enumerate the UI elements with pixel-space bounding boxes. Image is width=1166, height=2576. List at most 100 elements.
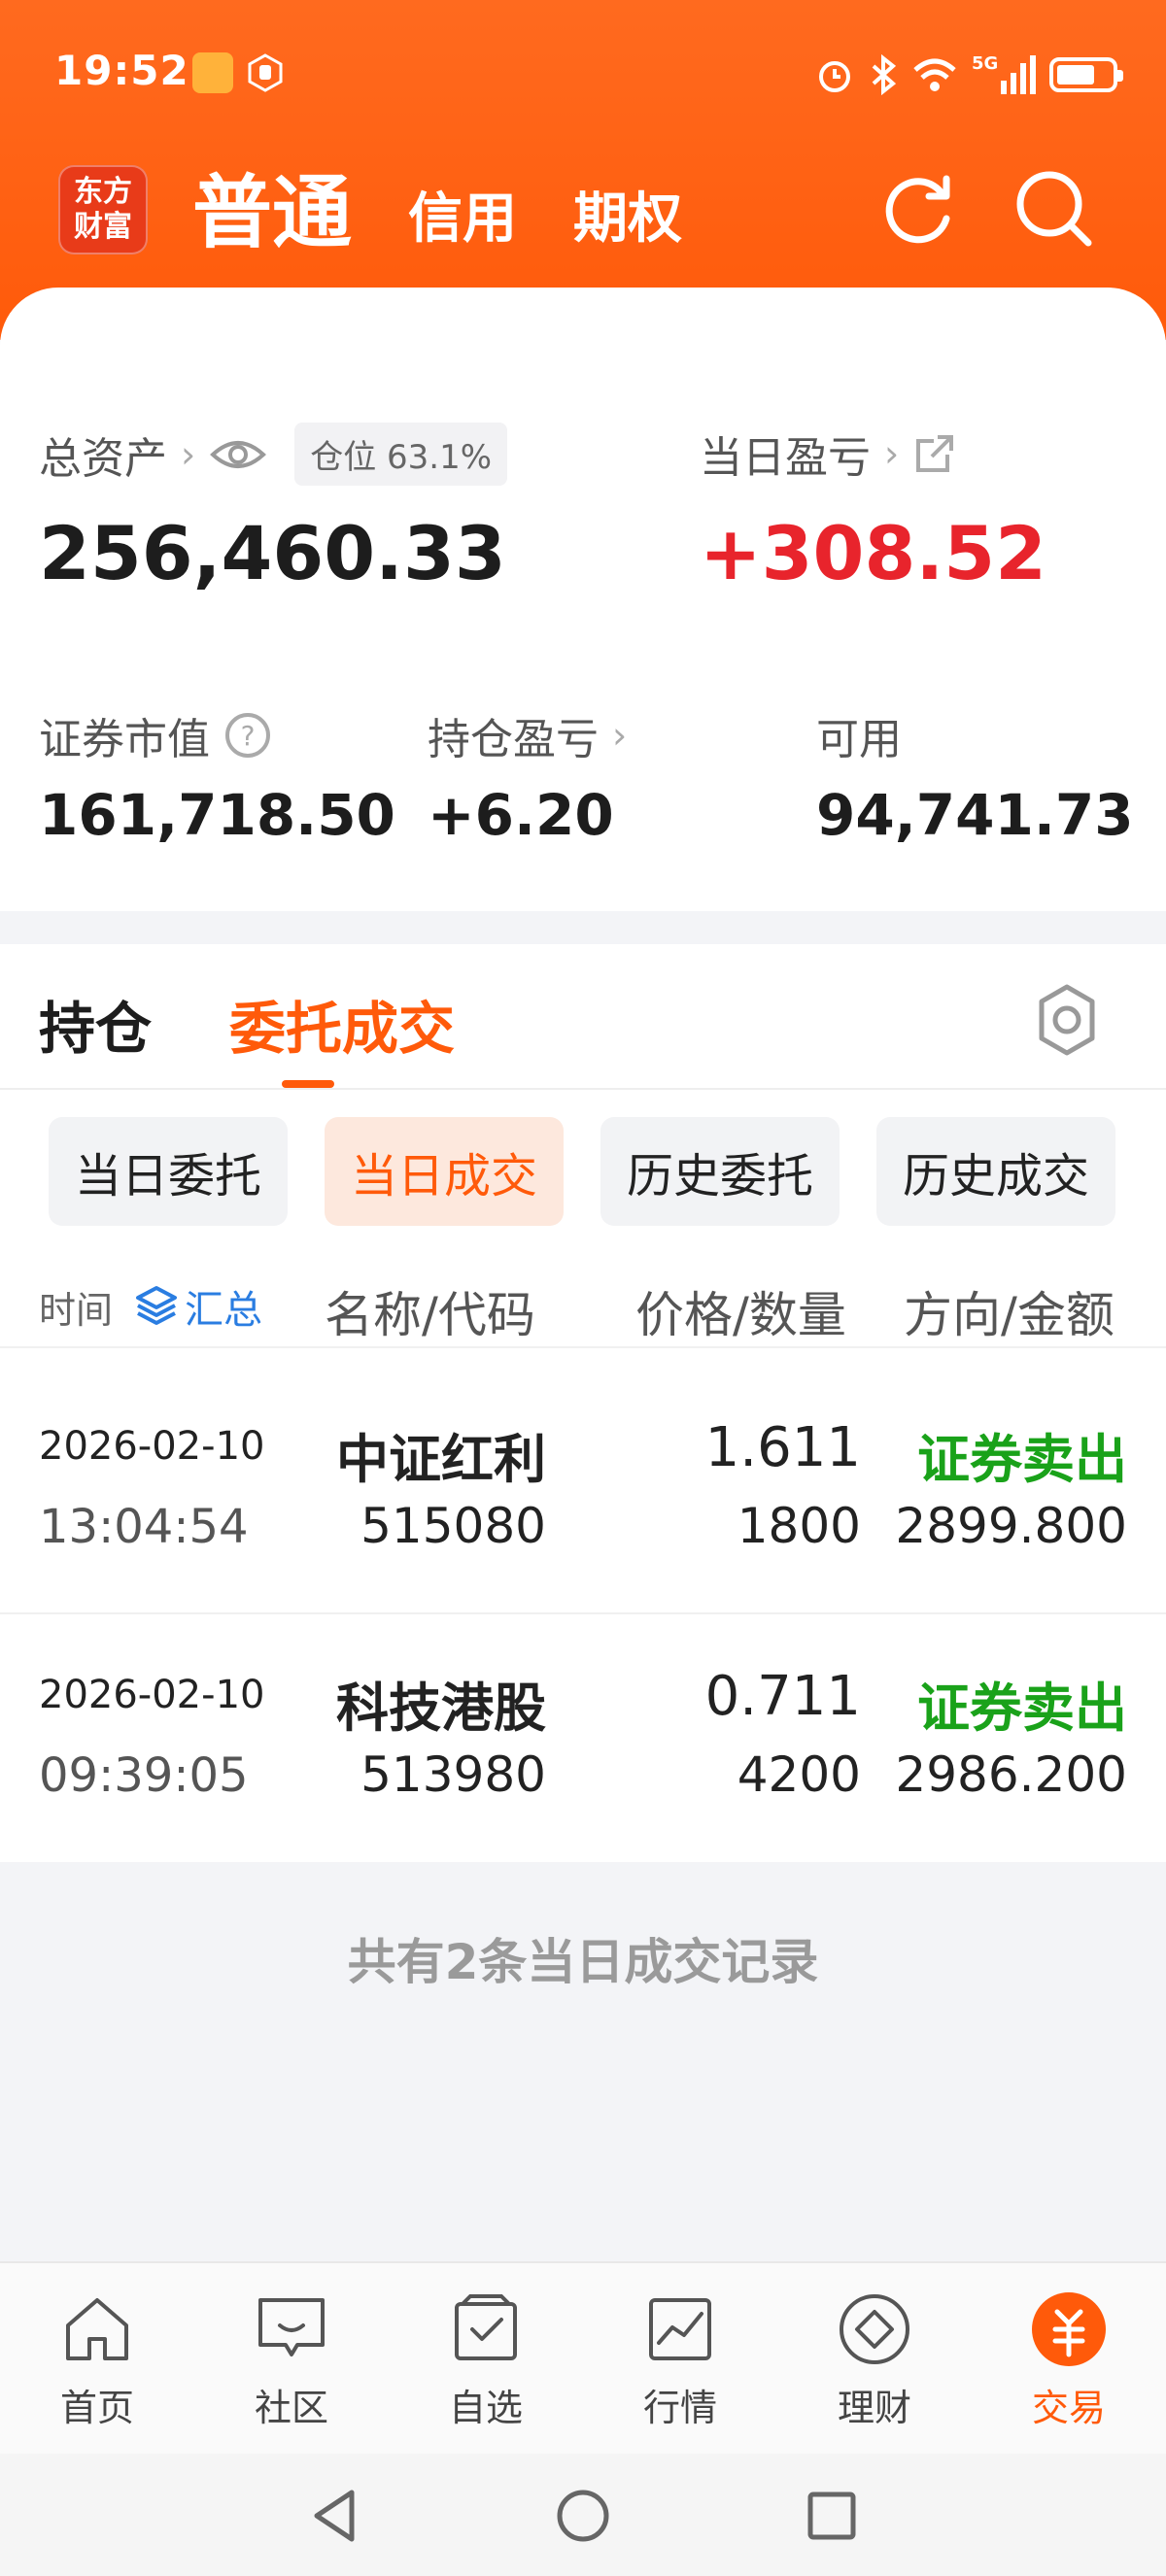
available-label-row: 可用 xyxy=(816,704,902,766)
header-dir-amount: 方向/金额 xyxy=(904,1287,1115,1343)
nav-trade-label: 交易 xyxy=(1031,2387,1106,2429)
market-value-label-row: 证券市值 ? xyxy=(39,704,272,766)
nav-wealth[interactable]: 理财 xyxy=(797,2290,952,2431)
holding-pl-label-row[interactable]: 持仓盈亏 › xyxy=(428,704,627,766)
app-notification-icon xyxy=(192,52,233,93)
security-code: 515080 xyxy=(360,1498,546,1554)
table-row[interactable]: 2026-02-10 09:39:05 科技港股 513980 0.711 42… xyxy=(0,1614,1166,1863)
total-assets-label-row[interactable]: 总资产 › 仓位 63.1% xyxy=(39,423,508,486)
total-assets-value: 256,460.33 xyxy=(39,510,506,596)
chevron-right-icon: › xyxy=(181,432,196,476)
summary-button[interactable]: 汇总 xyxy=(134,1278,262,1335)
recents-icon[interactable] xyxy=(803,2487,861,2545)
eye-icon[interactable] xyxy=(209,435,267,474)
trade-quantity: 1800 xyxy=(737,1498,861,1554)
nav-watchlist[interactable]: 自选 xyxy=(408,2290,564,2431)
available-label: 可用 xyxy=(816,715,902,764)
subtab-today-trades[interactable]: 当日成交 xyxy=(325,1117,564,1226)
nav-watchlist-label: 自选 xyxy=(448,2387,523,2429)
market-icon xyxy=(649,2298,711,2360)
tab-credit[interactable]: 信用 xyxy=(408,181,517,258)
market-value-label: 证券市值 xyxy=(39,715,210,764)
tab-orders-trades[interactable]: 委托成交 xyxy=(229,983,455,1070)
status-bar: 19:52 5G xyxy=(0,39,1166,107)
total-assets-label: 总资产 xyxy=(39,433,167,484)
active-tab-indicator xyxy=(282,1080,334,1088)
daily-pl-label-row[interactable]: 当日盈亏 › xyxy=(700,423,957,485)
available-value: 94,741.73 xyxy=(816,782,1134,848)
orders-section: 持仓 委托成交 当日委托 当日成交 历史委托 历史成交 时间 汇总 名称/代码 … xyxy=(0,944,1166,1862)
position-badge: 仓位 63.1% xyxy=(294,423,508,486)
back-icon[interactable] xyxy=(307,2487,365,2545)
app-header: 19:52 5G 东方 财富 普通 信用 期权 xyxy=(0,0,1166,365)
trade-date: 2026-02-10 xyxy=(39,1424,265,1469)
position-value: 63.1% xyxy=(387,438,493,477)
security-name: 科技港股 xyxy=(336,1678,546,1739)
wealth-icon xyxy=(840,2294,909,2364)
nav-market[interactable]: 行情 xyxy=(602,2290,758,2431)
share-icon[interactable] xyxy=(912,431,957,476)
tab-holdings[interactable]: 持仓 xyxy=(39,983,152,1070)
sub-tabs: 当日委托 当日成交 历史委托 历史成交 xyxy=(49,1117,1115,1226)
battery-icon xyxy=(1049,57,1123,92)
header-time: 时间 xyxy=(39,1288,114,1332)
nav-community-label: 社区 xyxy=(254,2387,328,2429)
nav-wealth-label: 理财 xyxy=(837,2387,911,2429)
subtab-today-orders[interactable]: 当日委托 xyxy=(49,1117,288,1226)
nav-community[interactable]: 社区 xyxy=(214,2290,369,2431)
table-row[interactable]: 2026-02-10 13:04:54 中证红利 515080 1.611 18… xyxy=(0,1366,1166,1614)
security-code: 513980 xyxy=(360,1746,546,1803)
trade-amount: 2986.200 xyxy=(895,1746,1127,1803)
gear-icon[interactable] xyxy=(1030,983,1104,1057)
trade-direction: 证券卖出 xyxy=(917,1678,1127,1739)
network-type-label: 5G xyxy=(972,53,998,74)
nav-trade[interactable]: 交易 xyxy=(991,2290,1147,2431)
wifi-icon xyxy=(913,58,956,91)
nav-home-label: 首页 xyxy=(59,2387,134,2429)
search-icon[interactable] xyxy=(1011,165,1098,253)
logo-line2: 财富 xyxy=(74,210,132,244)
account-type-tabs: 普通 信用 期权 xyxy=(192,155,682,262)
nav-home[interactable]: 首页 xyxy=(19,2290,175,2431)
security-name: 中证红利 xyxy=(336,1429,546,1490)
tab-options[interactable]: 期权 xyxy=(573,181,682,258)
trade-amount: 2899.800 xyxy=(895,1498,1127,1554)
tab-normal[interactable]: 普通 xyxy=(192,165,352,262)
tabs-divider xyxy=(0,1088,1166,1090)
refresh-icon[interactable] xyxy=(874,165,962,253)
help-icon[interactable]: ? xyxy=(223,711,272,760)
trade-direction: 证券卖出 xyxy=(917,1429,1127,1490)
svg-text:?: ? xyxy=(241,720,256,752)
records-count-note: 共有2条当日成交记录 xyxy=(347,1934,819,1990)
market-value: 161,718.50 xyxy=(39,782,395,848)
summary-label: 汇总 xyxy=(185,1288,263,1333)
daily-pl-value: +308.52 xyxy=(700,510,1046,596)
subtab-history-trades[interactable]: 历史成交 xyxy=(876,1117,1115,1226)
holding-pl-label: 持仓盈亏 xyxy=(428,715,599,764)
trade-time: 13:04:54 xyxy=(39,1500,249,1554)
header-time-cell: 时间 汇总 xyxy=(39,1278,262,1335)
header-curve xyxy=(0,288,1166,365)
daily-pl-label: 当日盈亏 xyxy=(700,433,871,483)
system-navigation-bar xyxy=(0,2454,1166,2576)
trade-price: 0.711 xyxy=(704,1665,861,1728)
logo-line1: 东方 xyxy=(74,175,132,209)
trade-quantity: 4200 xyxy=(737,1746,861,1803)
community-icon xyxy=(258,2298,325,2356)
hand-icon xyxy=(248,53,283,92)
signal-icon: 5G xyxy=(972,53,1036,94)
trade-price: 1.611 xyxy=(704,1416,861,1479)
header-price-qty: 价格/数量 xyxy=(635,1287,846,1343)
holding-pl-value: +6.20 xyxy=(428,782,614,848)
trade-date: 2026-02-10 xyxy=(39,1673,265,1717)
nav-market-label: 行情 xyxy=(642,2387,717,2429)
chevron-right-icon: › xyxy=(884,432,900,475)
chevron-right-icon: › xyxy=(612,714,628,757)
subtab-history-orders[interactable]: 历史委托 xyxy=(600,1117,840,1226)
home-circle-icon[interactable] xyxy=(554,2487,612,2545)
table-header: 时间 汇总 名称/代码 价格/数量 方向/金额 xyxy=(0,1253,1166,1348)
alarm-icon xyxy=(819,61,850,92)
app-logo: 东方 财富 xyxy=(58,165,148,254)
status-time: 19:52 xyxy=(54,47,189,94)
bluetooth-icon xyxy=(872,54,897,95)
